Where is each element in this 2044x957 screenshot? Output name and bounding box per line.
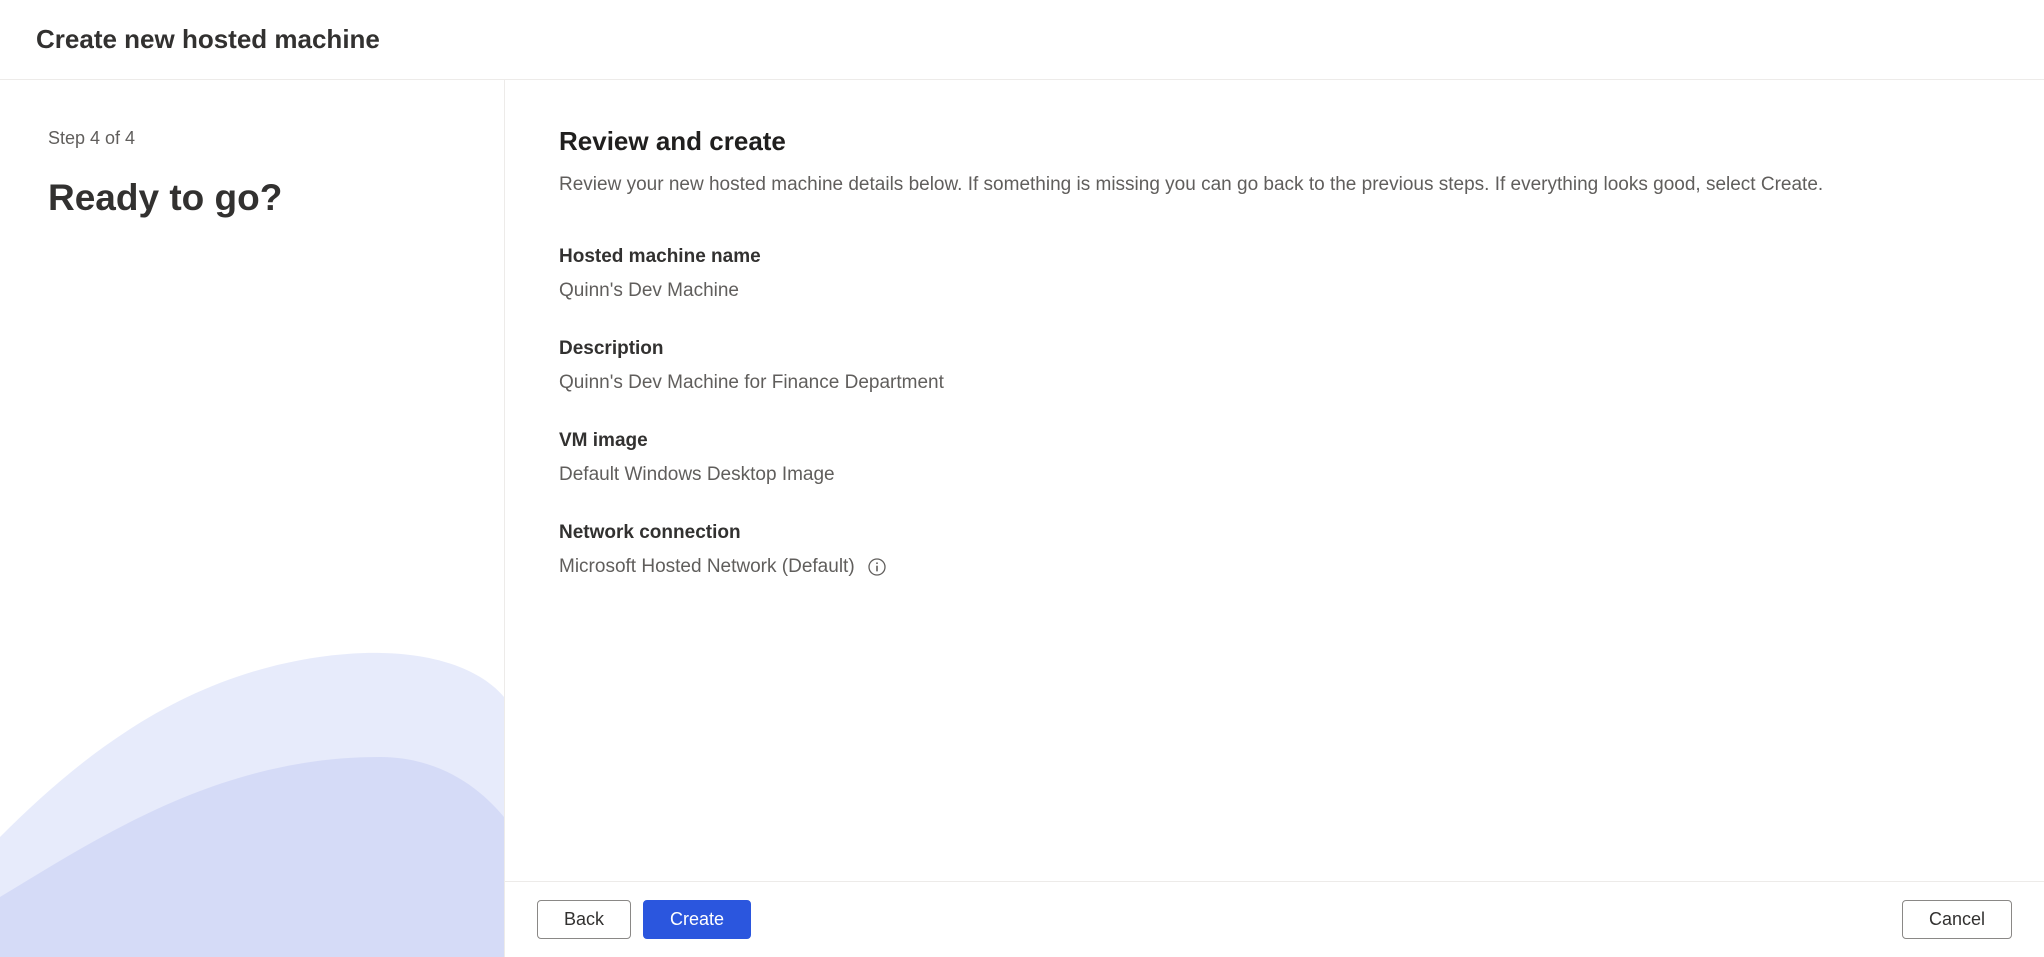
field-network: Network connection Microsoft Hosted Netw…	[559, 522, 1990, 578]
page-title: Create new hosted machine	[36, 24, 2008, 55]
page-header: Create new hosted machine	[0, 0, 2044, 80]
field-label-description: Description	[559, 338, 1990, 360]
main-description: Review your new hosted machine details b…	[559, 171, 1990, 200]
field-value-network: Microsoft Hosted Network (Default)	[559, 556, 855, 578]
content-area: Step 4 of 4 Ready to go? Review and crea…	[0, 80, 2044, 957]
wizard-sidebar: Step 4 of 4 Ready to go?	[0, 80, 505, 957]
footer-left-buttons: Back Create	[537, 900, 751, 939]
field-label-network: Network connection	[559, 522, 1990, 544]
field-value-vm-image: Default Windows Desktop Image	[559, 464, 1990, 486]
create-button[interactable]: Create	[643, 900, 751, 939]
footer-right-buttons: Cancel	[1902, 900, 2012, 939]
cancel-button[interactable]: Cancel	[1902, 900, 2012, 939]
decorative-wave	[0, 557, 504, 957]
main-title: Review and create	[559, 126, 1990, 157]
back-button[interactable]: Back	[537, 900, 631, 939]
review-content: Review and create Review your new hosted…	[505, 80, 2044, 881]
step-indicator: Step 4 of 4	[48, 128, 456, 149]
field-machine-name: Hosted machine name Quinn's Dev Machine	[559, 246, 1990, 302]
field-vm-image: VM image Default Windows Desktop Image	[559, 430, 1990, 486]
field-label-vm-image: VM image	[559, 430, 1990, 452]
info-icon[interactable]	[867, 557, 887, 577]
field-value-network-row: Microsoft Hosted Network (Default)	[559, 556, 1990, 578]
field-label-machine-name: Hosted machine name	[559, 246, 1990, 268]
wizard-footer: Back Create Cancel	[505, 881, 2044, 957]
field-value-description: Quinn's Dev Machine for Finance Departme…	[559, 372, 1990, 394]
main-panel: Review and create Review your new hosted…	[505, 80, 2044, 957]
field-value-machine-name: Quinn's Dev Machine	[559, 280, 1990, 302]
field-description: Description Quinn's Dev Machine for Fina…	[559, 338, 1990, 394]
sidebar-title: Ready to go?	[48, 177, 456, 219]
